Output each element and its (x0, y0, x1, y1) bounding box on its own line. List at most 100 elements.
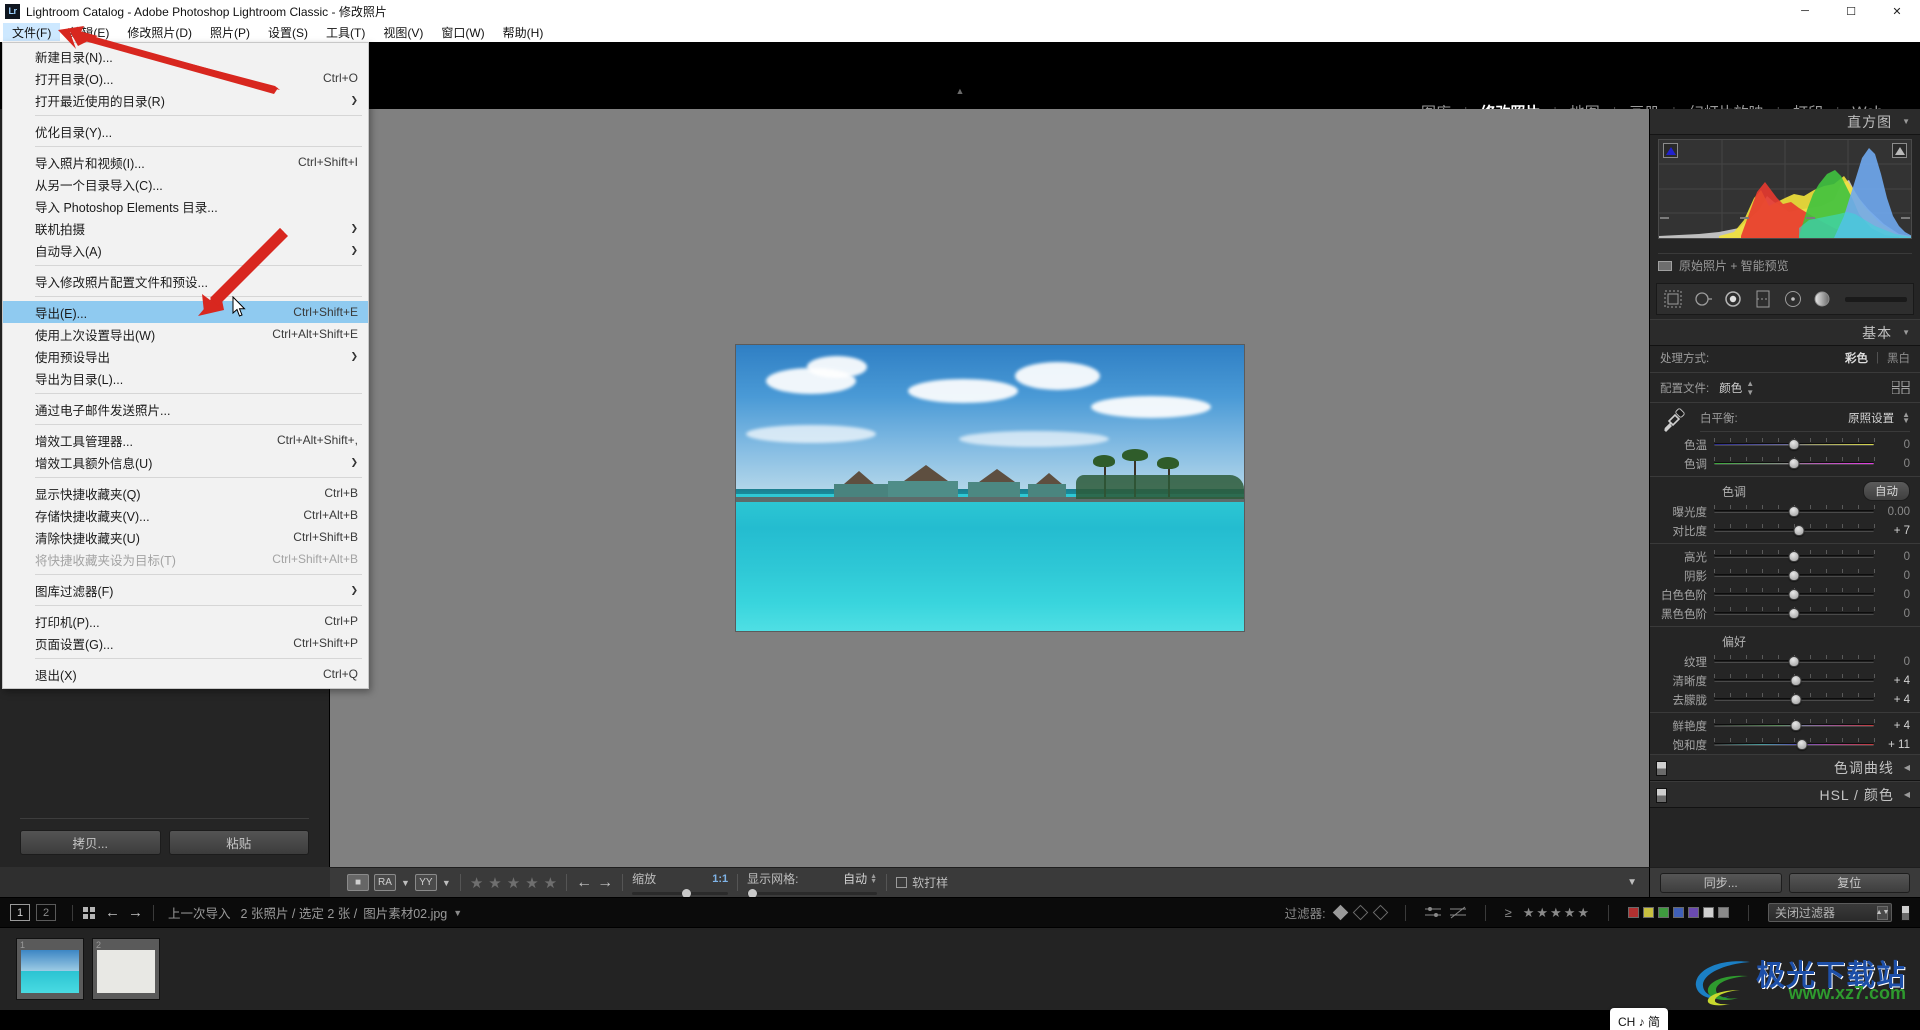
wb-stepper-icon[interactable]: ▲▼ (1902, 412, 1910, 424)
file-menu-item-8[interactable]: 导入 Photoshop Elements 目录... (3, 195, 368, 217)
section-switch-icon[interactable] (1656, 761, 1667, 776)
graduated-filter-icon[interactable] (1753, 289, 1773, 309)
sync-button[interactable]: 同步... (1660, 873, 1782, 893)
top-panel-collapse-icon[interactable]: ▲ (956, 86, 965, 96)
before-after-yy-button[interactable]: YY (415, 874, 437, 891)
color-label-swatch-1[interactable] (1643, 907, 1654, 918)
adjustment-brush-icon[interactable] (1813, 290, 1831, 308)
right-panel-collapsed-section-0[interactable]: 色调曲线◀ (1650, 754, 1920, 781)
slider-黑色色阶[interactable]: 黑色色阶0 (1650, 604, 1920, 623)
softproof-checkbox[interactable] (896, 877, 907, 888)
file-menu-item-16[interactable]: 使用预设导出❯ (3, 345, 368, 367)
filter-toggle-switch[interactable] (1901, 905, 1910, 921)
forward-arrow-icon[interactable]: → (128, 904, 143, 921)
filter-settings-icon[interactable] (1425, 906, 1441, 919)
slider-track[interactable] (1714, 675, 1874, 686)
slider-色调[interactable]: 色调0 (1650, 454, 1920, 473)
close-button[interactable]: ✕ (1874, 0, 1920, 22)
slider-track[interactable] (1714, 525, 1874, 536)
spot-removal-tool-icon[interactable] (1693, 289, 1713, 309)
filter-star-5[interactable]: ★ (1577, 905, 1589, 920)
file-menu-item-14[interactable]: 导出(E)...Ctrl+Shift+E (3, 301, 368, 323)
toolbar-star-5[interactable]: ★ (544, 874, 557, 892)
slider-track[interactable] (1714, 458, 1874, 469)
file-menu-item-9[interactable]: 联机拍摄❯ (3, 217, 368, 239)
menubar-item-0[interactable]: 文件(F) (3, 23, 60, 41)
histogram[interactable] (1658, 139, 1912, 239)
maximize-button[interactable]: ☐ (1828, 0, 1874, 22)
file-menu-item-27[interactable]: 将快捷收藏夹设为目标(T)Ctrl+Shift+Alt+B (3, 548, 368, 570)
softproof-control[interactable]: 软打样 (887, 874, 957, 891)
menubar-item-2[interactable]: 修改照片(D) (118, 23, 201, 41)
ime-indicator[interactable]: CH ♪ 简 (1610, 1008, 1668, 1030)
file-menu-item-4[interactable]: 优化目录(Y)... (3, 120, 368, 142)
toolbar-star-4[interactable]: ★ (525, 874, 538, 892)
file-menu-item-10[interactable]: 自动导入(A)❯ (3, 239, 368, 261)
toolbar-star-2[interactable]: ★ (488, 874, 501, 892)
profile-value[interactable]: 颜色 (1719, 380, 1742, 396)
reset-button[interactable]: 复位 (1789, 873, 1911, 893)
color-label-swatch-0[interactable] (1628, 907, 1639, 918)
back-arrow-icon[interactable]: ← (105, 904, 120, 921)
slider-track[interactable] (1714, 439, 1874, 450)
stepper-icon[interactable]: ▲▼ (1877, 906, 1888, 920)
file-menu-item-12[interactable]: 导入修改照片配置文件和预设... (3, 270, 368, 292)
filmstrip-thumbnail[interactable]: 2 (92, 938, 160, 1000)
toolbar-options-icon[interactable]: ▼ (1627, 877, 1637, 888)
color-label-swatch-6[interactable] (1718, 907, 1729, 918)
filter-rating-stars[interactable]: ★★★★★ (1521, 904, 1589, 922)
zoom-slider[interactable] (632, 892, 728, 895)
toolbar-star-3[interactable]: ★ (507, 874, 520, 892)
slider-track[interactable] (1714, 589, 1874, 600)
chevron-down-icon[interactable]: ▼ (1902, 328, 1910, 337)
auto-tone-button[interactable]: 自动 (1863, 481, 1910, 501)
slider-色温[interactable]: 色温0 (1650, 435, 1920, 454)
rating-stars[interactable]: ★ ★ ★ ★ ★ (461, 874, 566, 892)
file-menu-item-29[interactable]: 图库过滤器(F)❯ (3, 579, 368, 601)
profile-stepper-icon[interactable]: ▲▼ (1746, 379, 1754, 397)
filter-star-3[interactable]: ★ (1550, 905, 1562, 920)
file-menu-item-21[interactable]: 增效工具管理器...Ctrl+Alt+Shift+, (3, 429, 368, 451)
paste-button[interactable]: 粘贴 (169, 830, 310, 855)
section-switch-icon[interactable] (1656, 788, 1667, 803)
file-menu-item-34[interactable]: 退出(X)Ctrl+Q (3, 663, 368, 685)
redeye-tool-icon[interactable] (1723, 289, 1743, 309)
toolbar-star-1[interactable]: ★ (470, 874, 483, 892)
color-label-swatch-3[interactable] (1673, 907, 1684, 918)
slider-track[interactable] (1714, 739, 1874, 750)
filter-star-2[interactable]: ★ (1536, 905, 1548, 920)
menubar-item-1[interactable]: 编辑(E) (60, 23, 118, 41)
image-canvas[interactable] (330, 109, 1649, 867)
slider-track[interactable] (1714, 506, 1874, 517)
chevron-down-icon[interactable]: ▼ (442, 878, 451, 888)
flag-picked-icon[interactable] (1332, 905, 1348, 921)
filter-star-1[interactable]: ★ (1523, 905, 1535, 920)
shadow-clipping-indicator[interactable] (1663, 143, 1678, 158)
menubar-item-8[interactable]: 帮助(H) (494, 23, 553, 41)
filter-off-icon[interactable] (1450, 906, 1466, 919)
file-menu-item-19[interactable]: 通过电子邮件发送照片... (3, 398, 368, 420)
next-photo-icon[interactable]: → (597, 874, 613, 892)
highlight-clipping-indicator[interactable] (1892, 143, 1907, 158)
file-menu-item-24[interactable]: 显示快捷收藏夹(Q)Ctrl+B (3, 482, 368, 504)
histogram-header[interactable]: 直方图 ▼ (1650, 109, 1920, 135)
slider-对比度[interactable]: 对比度+ 7 (1650, 521, 1920, 540)
wb-value[interactable]: 原照设置 (1848, 410, 1894, 426)
slider-track[interactable] (1714, 551, 1874, 562)
radial-filter-icon[interactable] (1783, 289, 1803, 309)
slider-纹理[interactable]: 纹理0 (1650, 652, 1920, 671)
slider-白色色阶[interactable]: 白色色阶0 (1650, 585, 1920, 604)
loupe-view-button[interactable]: ■ (347, 874, 369, 891)
filmstrip-thumbnail[interactable]: 1 (16, 938, 84, 1000)
chevron-left-icon[interactable]: ◀ (1904, 763, 1910, 772)
flag-unflagged-icon[interactable] (1352, 905, 1368, 921)
grid-stepper-icon[interactable]: ▲▼ (870, 874, 877, 884)
crop-tool-icon[interactable] (1663, 289, 1683, 309)
photo-preview[interactable] (736, 345, 1244, 631)
file-menu-item-15[interactable]: 使用上次设置导出(W)Ctrl+Alt+Shift+E (3, 323, 368, 345)
before-after-ra-button[interactable]: RA (374, 874, 396, 891)
treatment-bw-option[interactable]: 黑白 (1887, 350, 1910, 366)
color-label-filters[interactable] (1628, 907, 1729, 918)
white-balance-eyedropper-icon[interactable] (1660, 406, 1688, 434)
slider-track[interactable] (1714, 694, 1874, 705)
